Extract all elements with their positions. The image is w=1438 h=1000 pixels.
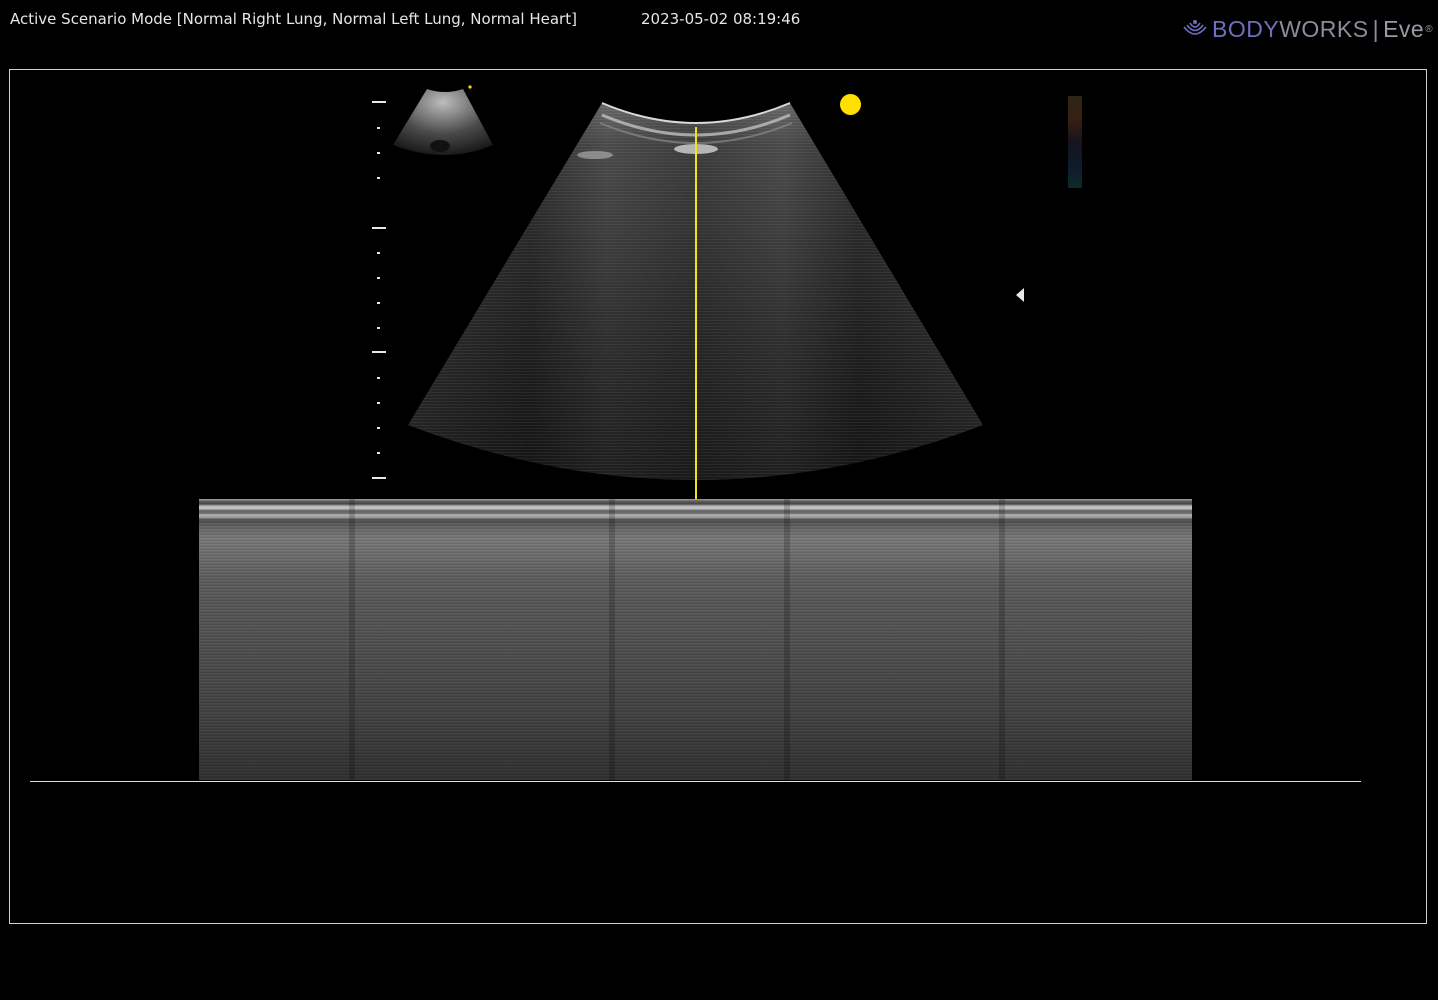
depth-tick-minor <box>377 452 380 454</box>
timestamp: 2023-05-02 08:19:46 <box>641 10 801 28</box>
depth-tick-minor <box>377 177 380 179</box>
m-mode-column-artifact <box>349 499 355 780</box>
brand-product-text: Eve <box>1383 15 1425 42</box>
depth-tick-minor <box>377 252 380 254</box>
m-mode-column-artifact <box>609 499 615 780</box>
brand-body-text: BODY <box>1212 15 1280 42</box>
depth-tick-major <box>372 227 386 229</box>
m-mode-trace <box>199 499 1192 780</box>
brand-works-text: WORKS <box>1279 15 1369 42</box>
color-scale-bar <box>1068 96 1082 188</box>
triangle-left-icon[interactable] <box>1016 288 1024 302</box>
depth-tick-major <box>372 351 386 353</box>
scenario-mode-label: Active Scenario Mode [Normal Right Lung,… <box>10 10 577 28</box>
depth-tick-major <box>372 101 386 103</box>
brand-separator: | <box>1372 15 1380 42</box>
depth-tick-minor <box>377 427 380 429</box>
depth-tick-minor <box>377 277 380 279</box>
depth-tick-minor <box>377 327 380 329</box>
brand-logo: BODY WORKS | Eve ® <box>1180 14 1433 44</box>
depth-tick-minor <box>377 377 380 379</box>
yellow-dot-icon <box>840 94 861 115</box>
m-mode-column-artifact <box>784 499 790 780</box>
m-mode-cursor-line[interactable] <box>695 127 697 500</box>
depth-scale <box>370 0 390 500</box>
depth-tick-minor <box>377 127 380 129</box>
ultrasound-screen: Active Scenario Mode [Normal Right Lung,… <box>0 0 1438 1000</box>
brand-registered-mark: ® <box>1425 23 1434 35</box>
ultrasound-waves-icon <box>1183 20 1207 35</box>
depth-tick-minor <box>377 402 380 404</box>
depth-tick-major <box>372 477 386 479</box>
depth-tick-minor <box>377 302 380 304</box>
m-mode-baseline <box>30 781 1361 782</box>
m-mode-column-artifact <box>999 499 1005 780</box>
depth-tick-minor <box>377 152 380 154</box>
